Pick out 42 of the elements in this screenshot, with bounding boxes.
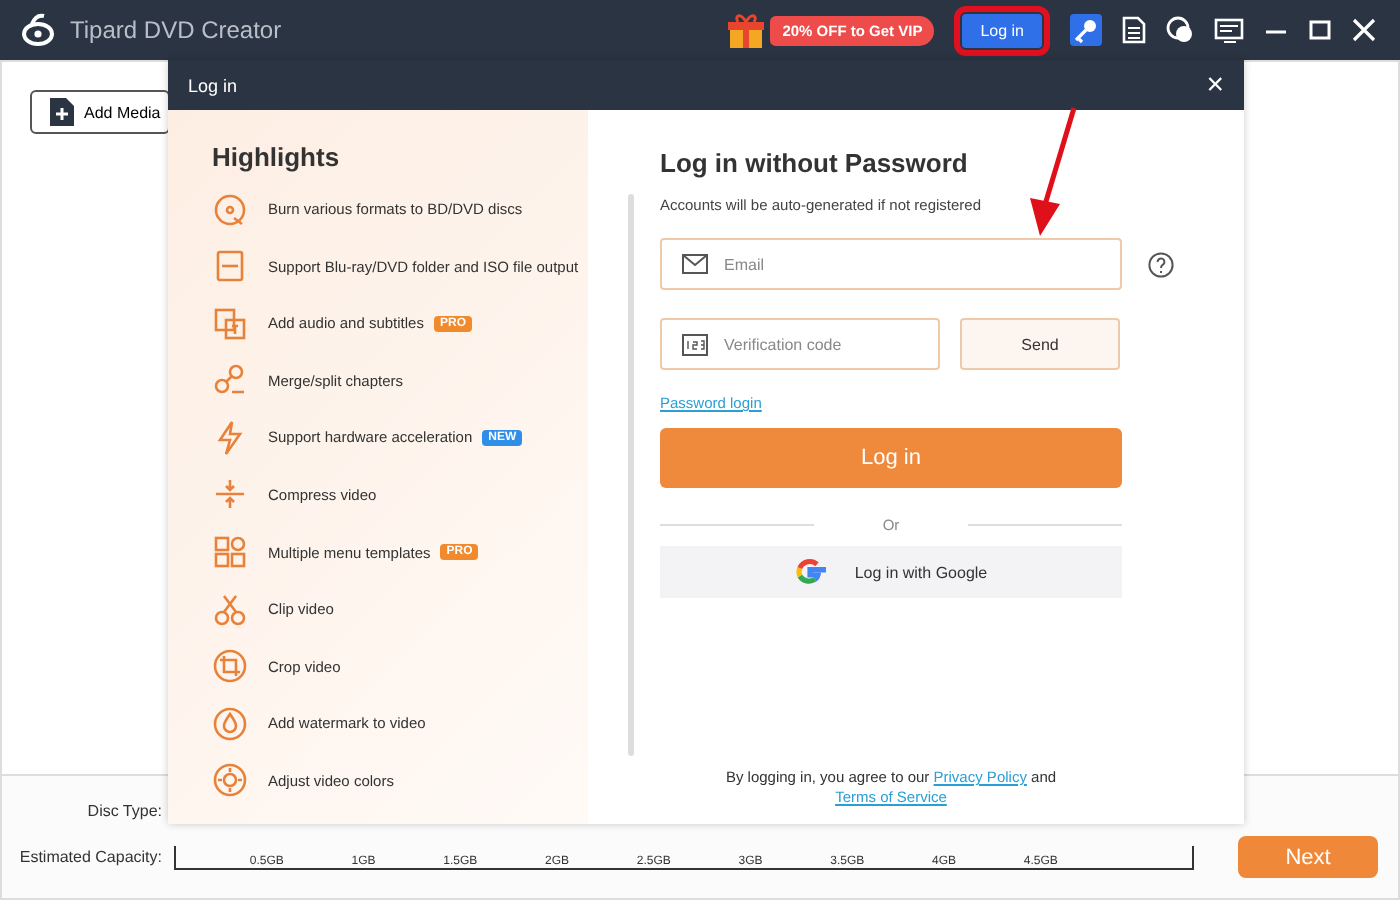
disc-type-label: Disc Type: <box>85 802 162 820</box>
verification-code-input[interactable]: Verification code <box>724 320 918 368</box>
feature-icon <box>212 191 248 227</box>
window-title: Tipard DVD Creator <box>70 16 282 44</box>
dialog-title: Log in <box>188 75 238 95</box>
feature-icon <box>212 591 248 628</box>
number-icon <box>682 333 708 355</box>
help-icon[interactable] <box>1148 251 1174 277</box>
google-login-button[interactable]: Log in with Google <box>660 546 1122 598</box>
feature-icon <box>212 705 248 742</box>
feature-icon <box>212 305 248 342</box>
next-button[interactable]: Next <box>1238 836 1378 878</box>
close-button[interactable]: × <box>1206 70 1224 100</box>
scrollbar[interactable] <box>628 194 634 756</box>
feature-icon <box>212 534 248 571</box>
verification-code-field[interactable]: Verification code <box>660 318 940 370</box>
add-media-button[interactable]: Add Media <box>30 90 171 134</box>
capacity-label: Estimated Capacity: <box>22 848 162 866</box>
form-heading: Log in without Password <box>660 148 970 178</box>
email-input[interactable]: Email <box>724 240 1100 288</box>
chat-icon[interactable] <box>1166 16 1194 44</box>
feature-icon <box>212 419 248 456</box>
send-button[interactable]: Send <box>960 318 1120 370</box>
add-file-icon <box>48 96 76 128</box>
feature-icon <box>212 476 248 513</box>
feature-icon <box>212 648 248 685</box>
key-icon[interactable] <box>1070 14 1102 46</box>
google-icon <box>794 556 827 588</box>
feature-icon <box>212 248 248 285</box>
login-button[interactable]: Log in <box>962 13 1042 47</box>
feature-icon <box>212 362 248 399</box>
gift-icon[interactable] <box>726 10 767 50</box>
app-logo-icon <box>20 12 56 48</box>
feature-icon <box>212 762 248 799</box>
email-field[interactable]: Email <box>660 238 1122 290</box>
login-submit-button[interactable]: Log in <box>660 428 1122 488</box>
mail-icon <box>682 254 708 274</box>
highlights-heading: Highlights <box>212 142 342 172</box>
document-icon[interactable] <box>1122 16 1146 44</box>
close-icon[interactable] <box>1352 18 1376 42</box>
maximize-icon[interactable] <box>1308 18 1332 42</box>
feedback-icon[interactable] <box>1214 17 1244 43</box>
